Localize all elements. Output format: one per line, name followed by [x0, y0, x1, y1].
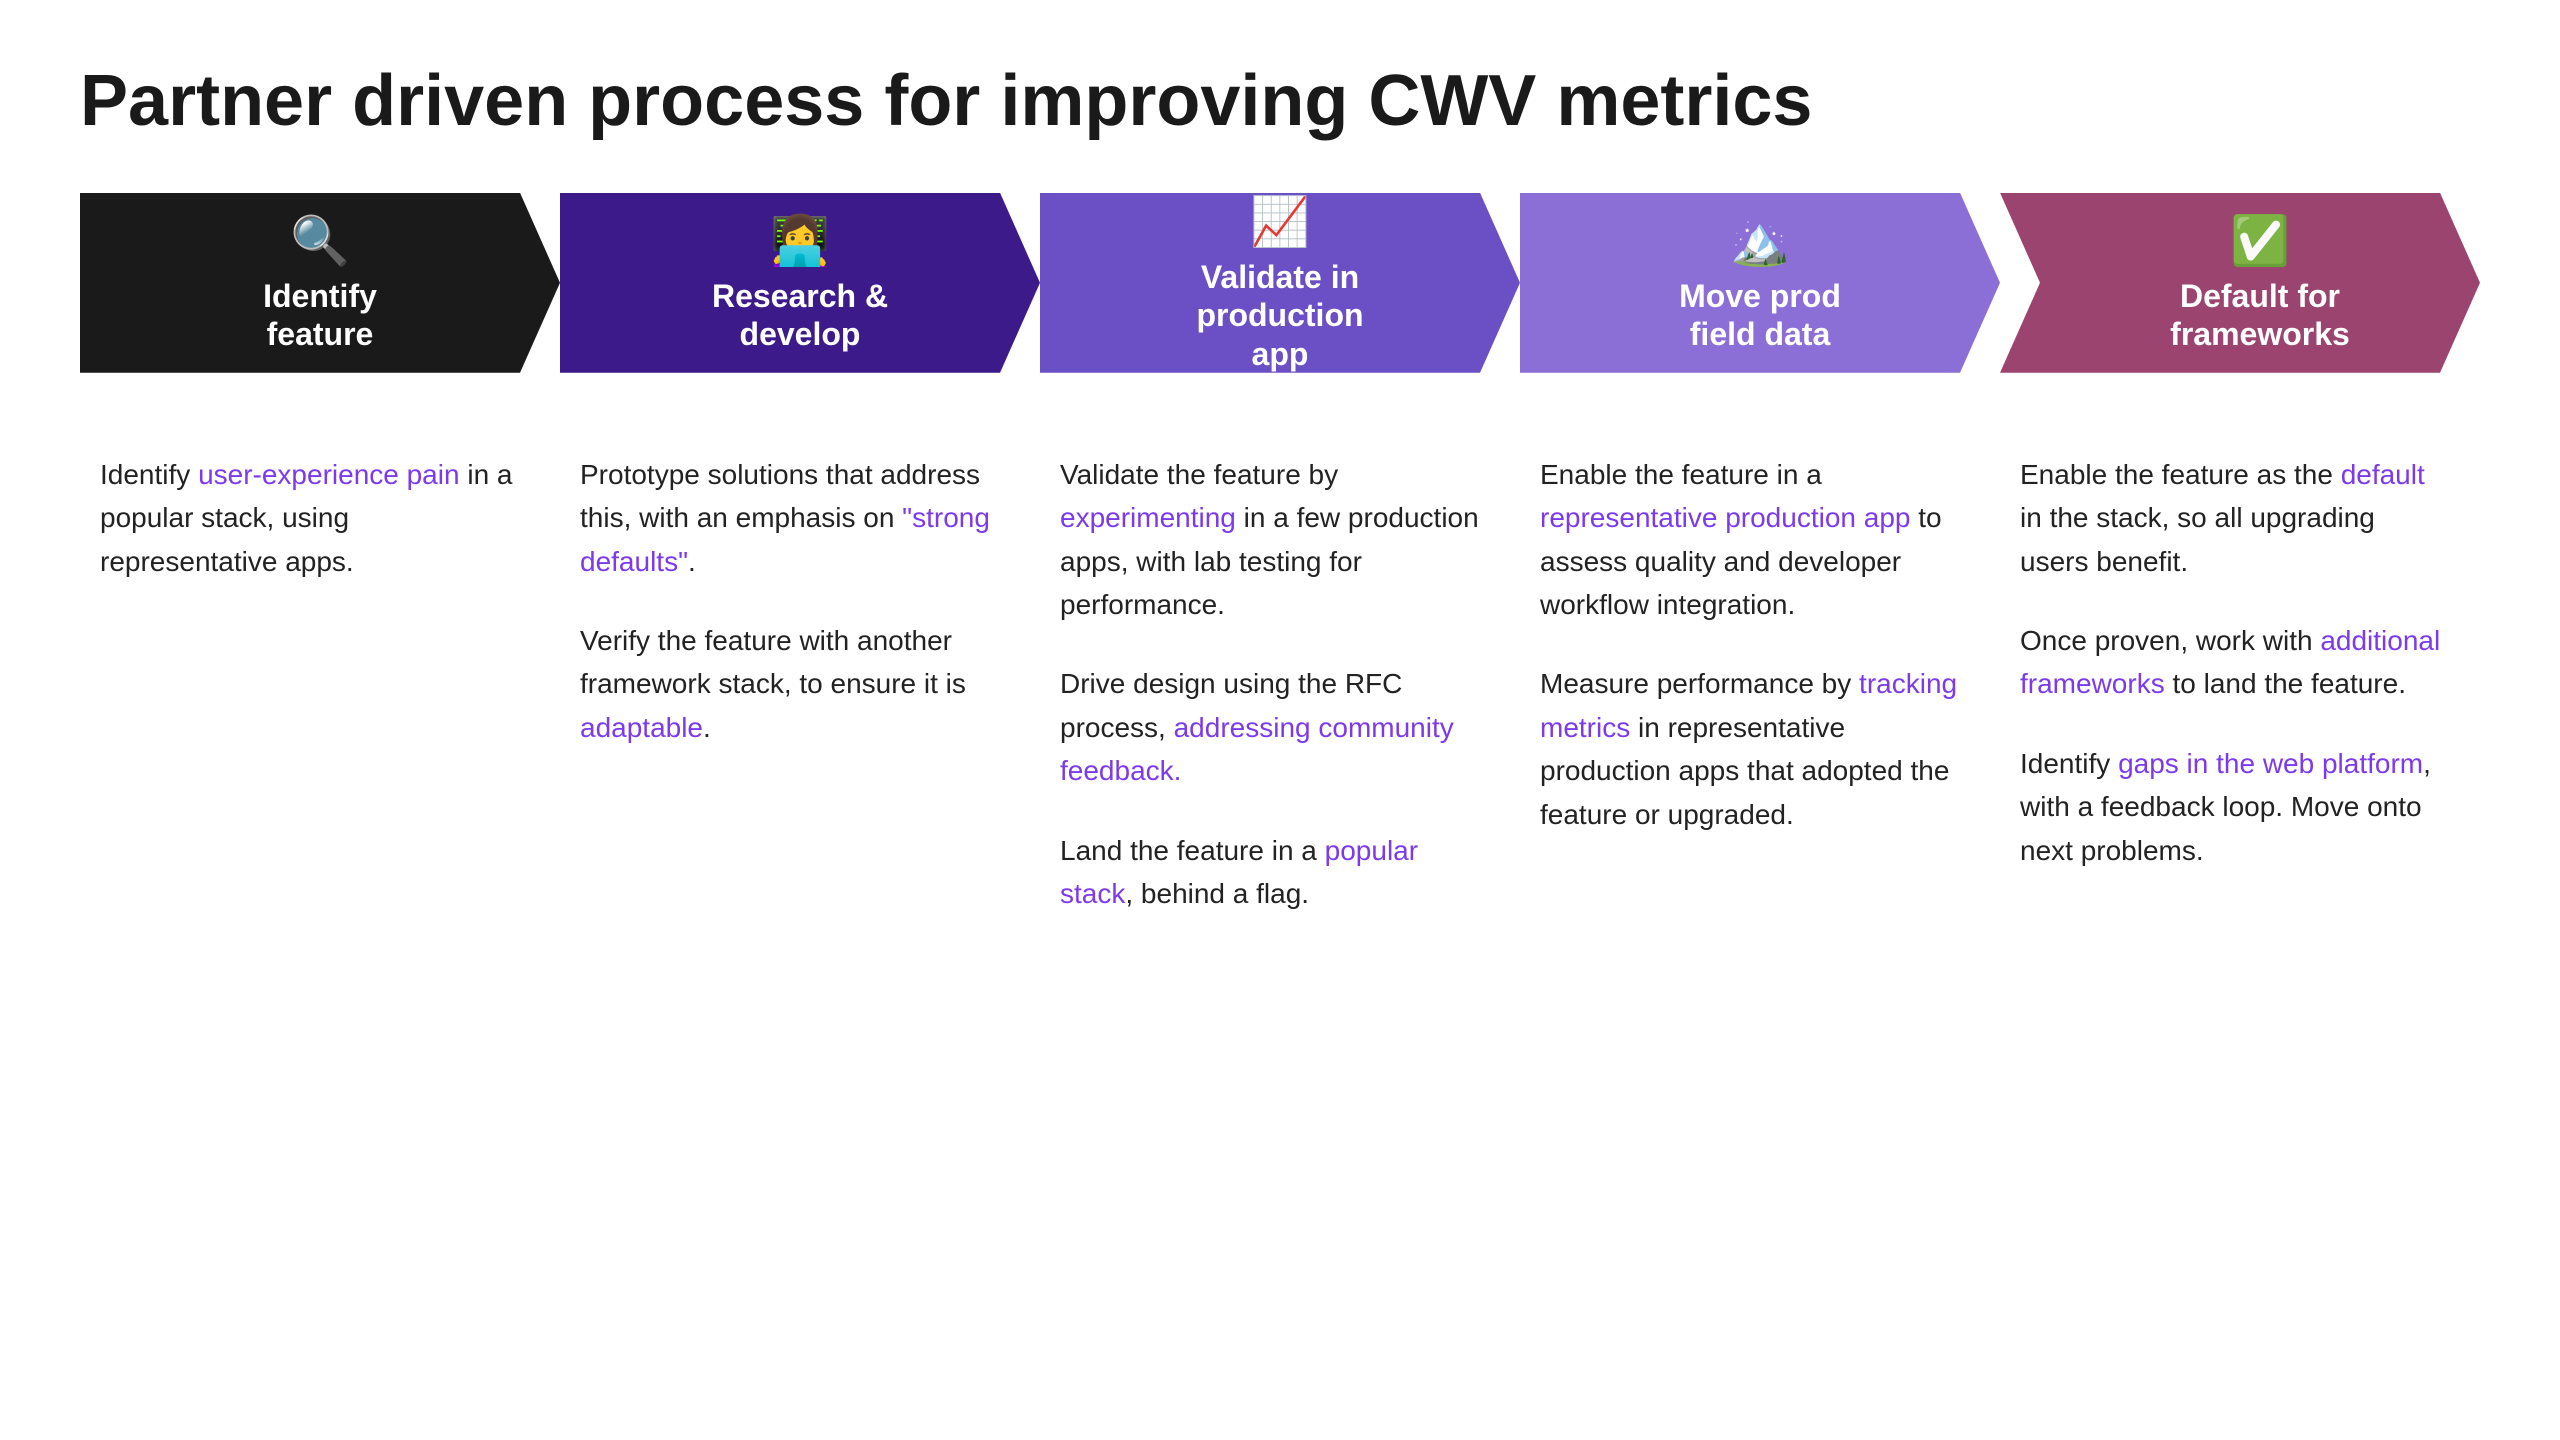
validate-icon: 📈: [1250, 193, 1310, 250]
validate-link-experimenting[interactable]: experimenting: [1060, 502, 1236, 533]
move-label: Move prodfield data: [1679, 277, 1841, 354]
default-p2: Once proven, work with additional framew…: [2020, 619, 2450, 706]
identify-label: Identifyfeature: [263, 277, 377, 354]
move-link-representative[interactable]: representative production app: [1540, 502, 1910, 533]
default-content: Enable the feature as the default in the…: [2000, 433, 2480, 936]
identify-content: Identify user-experience pain in a popul…: [80, 433, 560, 936]
move-content: Enable the feature in a representative p…: [1520, 433, 2000, 936]
identify-p1: Identify user-experience pain in a popul…: [100, 453, 530, 583]
validate-p3: Land the feature in a popular stack, beh…: [1060, 829, 1490, 916]
validate-p1: Validate the feature by experimenting in…: [1060, 453, 1490, 627]
arrow-move: 🏔️ Move prodfield data: [1520, 193, 2000, 373]
identify-link-ux[interactable]: user-experience pain: [198, 459, 460, 490]
arrow-validate: 📈 Validate inproductionapp: [1040, 193, 1520, 373]
arrows-row: 🔍 Identifyfeature 👩‍💻 Research &develop …: [80, 193, 2480, 373]
identify-icon: 🔍: [290, 212, 350, 269]
default-link-gaps[interactable]: gaps in the web platform: [2118, 748, 2423, 779]
research-p1: Prototype solutions that address this, w…: [580, 453, 1010, 583]
validate-p2: Drive design using the RFC process, addr…: [1060, 662, 1490, 792]
default-label: Default forframeworks: [2170, 277, 2350, 354]
validate-label: Validate inproductionapp: [1196, 258, 1363, 373]
research-label: Research &develop: [712, 277, 888, 354]
page-title: Partner driven process for improving CWV…: [80, 60, 2480, 143]
research-link-adaptable[interactable]: adaptable: [580, 712, 703, 743]
research-content: Prototype solutions that address this, w…: [560, 433, 1040, 936]
move-icon: 🏔️: [1730, 212, 1790, 269]
default-p1: Enable the feature as the default in the…: [2020, 453, 2450, 583]
default-link-default[interactable]: default: [2341, 459, 2425, 490]
validate-content: Validate the feature by experimenting in…: [1040, 433, 1520, 936]
arrow-default: ✅ Default forframeworks: [2000, 193, 2480, 373]
default-p3: Identify gaps in the web platform, with …: [2020, 742, 2450, 872]
arrow-identify: 🔍 Identifyfeature: [80, 193, 560, 373]
move-p2: Measure performance by tracking metrics …: [1540, 662, 1970, 836]
content-row: Identify user-experience pain in a popul…: [80, 433, 2480, 936]
default-icon: ✅: [2230, 212, 2290, 269]
arrow-research: 👩‍💻 Research &develop: [560, 193, 1040, 373]
move-p1: Enable the feature in a representative p…: [1540, 453, 1970, 627]
research-icon: 👩‍💻: [770, 212, 830, 269]
research-p2: Verify the feature with another framewor…: [580, 619, 1010, 749]
